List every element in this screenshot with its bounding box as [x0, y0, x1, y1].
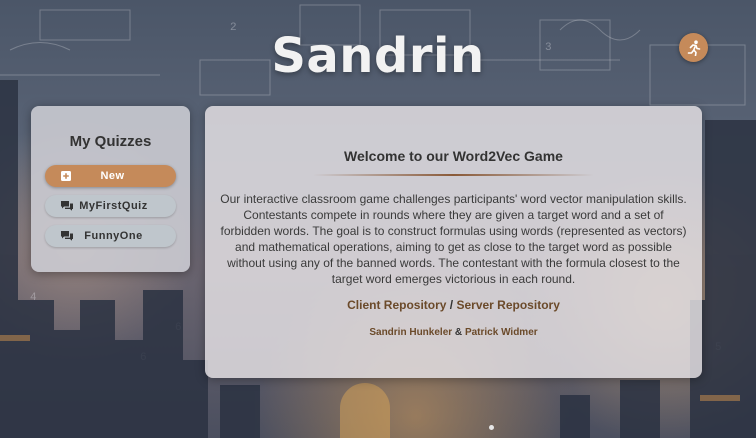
decorative-dot — [489, 425, 494, 430]
new-quiz-label: New — [100, 170, 125, 182]
sidebar-heading: My Quizzes — [69, 133, 152, 150]
running-person-button[interactable] — [679, 33, 708, 62]
quiz-item-label: MyFirstQuiz — [79, 200, 148, 212]
client-repository-link[interactable]: Client Repository — [347, 298, 446, 312]
svg-text:4: 4 — [30, 292, 37, 304]
welcome-card: Welcome to our Word2Vec Game Our interac… — [205, 106, 702, 378]
author-link[interactable]: Patrick Widmer — [465, 327, 538, 338]
game-description: Our interactive classroom game challenge… — [220, 192, 687, 286]
heading-divider — [313, 174, 594, 176]
server-repository-link[interactable]: Server Repository — [456, 298, 559, 312]
new-quiz-button[interactable]: New — [45, 165, 176, 187]
repo-separator: / — [446, 298, 457, 312]
running-person-icon — [687, 39, 700, 56]
svg-text:6: 6 — [140, 352, 147, 364]
quiz-item[interactable]: MyFirstQuiz — [45, 195, 176, 217]
chat-bubbles-icon — [61, 231, 73, 241]
repository-links: Client Repository / Server Repository — [205, 298, 702, 312]
plus-square-icon — [61, 171, 71, 181]
app-title: Sandrin — [271, 28, 485, 84]
authors: Sandrin Hunkeler & Patrick Widmer — [205, 327, 702, 338]
quiz-item[interactable]: FunnyOne — [45, 225, 176, 247]
svg-text:6: 6 — [175, 322, 182, 334]
author-separator: & — [452, 327, 465, 338]
quiz-item-label: FunnyOne — [84, 230, 143, 242]
chat-bubbles-icon — [61, 201, 73, 211]
svg-text:5: 5 — [715, 342, 722, 354]
welcome-heading: Welcome to our Word2Vec Game — [344, 148, 563, 164]
quiz-sidebar: My Quizzes New MyFirstQuiz FunnyOne — [31, 106, 190, 272]
author-link[interactable]: Sandrin Hunkeler — [369, 327, 452, 338]
